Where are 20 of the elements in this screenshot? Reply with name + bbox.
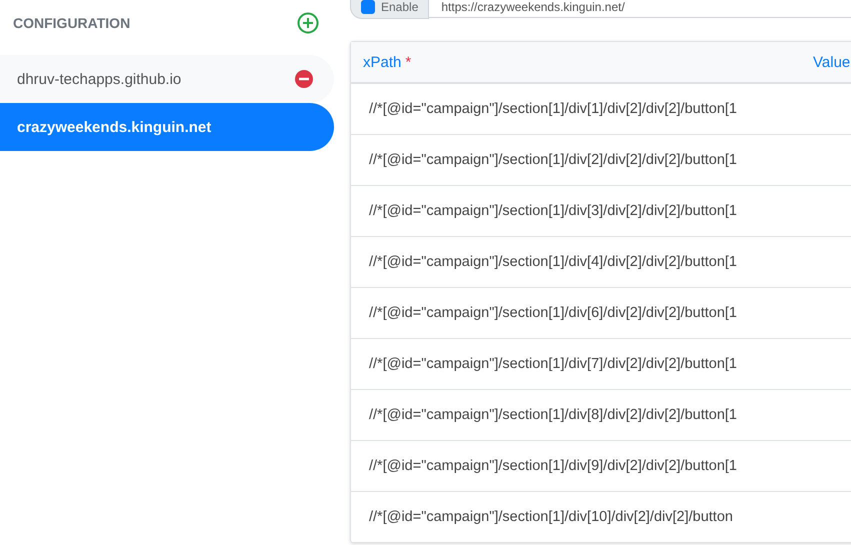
url-field[interactable]: https://crazyweekends.kinguin.net/ <box>429 0 851 18</box>
xpath-field[interactable]: //*[@id="campaign"]/section[1]/div[9]/div[2]/div[2]/button[1 <box>351 458 737 474</box>
sidebar-title: CONFIGURATION <box>13 15 130 31</box>
xpath-field[interactable]: //*[@id="campaign"]/section[1]/div[10]/div[2]/div[2]/button <box>351 509 733 525</box>
column-header: xPath <box>363 54 402 70</box>
column-header: Value <box>813 54 850 70</box>
required-mark: * <box>405 54 412 70</box>
xpath-field[interactable]: //*[@id="campaign"]/section[1]/div[2]/div[2]/div[2]/button[1 <box>351 152 737 168</box>
xpath-field[interactable]: //*[@id="campaign"]/section[1]/div[6]/div[2]/div[2]/button[1 <box>351 305 737 321</box>
sidebar-item[interactable]: crazyweekends.kinguin.net <box>0 103 334 151</box>
xpath-field[interactable]: //*[@id="campaign"]/section[1]/div[8]/div[2]/div[2]/button[1 <box>351 407 737 423</box>
enable-checkbox[interactable]: Enable <box>350 0 430 19</box>
sidebar-item[interactable]: dhruv-techapps.github.io <box>0 55 334 103</box>
xpath-field[interactable]: //*[@id="campaign"]/section[1]/div[3]/div[2]/div[2]/button[1 <box>351 203 737 219</box>
xpath-field[interactable]: //*[@id="campaign"]/section[1]/div[7]/div[2]/div[2]/button[1 <box>351 356 737 372</box>
remove-icon[interactable] <box>294 69 314 89</box>
add-icon[interactable] <box>297 12 319 34</box>
checkbox-square[interactable] <box>361 0 375 14</box>
xpath-field[interactable]: //*[@id="campaign"]/section[1]/div[1]/div[2]/div[2]/button[1 <box>351 101 737 117</box>
xpath-field[interactable]: //*[@id="campaign"]/section[1]/div[4]/div[2]/div[2]/button[1 <box>351 254 737 270</box>
